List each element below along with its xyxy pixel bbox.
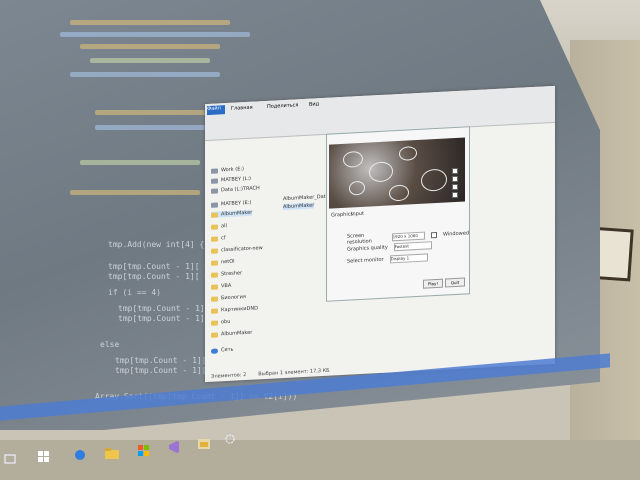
monitor-select[interactable]: Display 1 [389, 253, 428, 264]
diagram-node [349, 180, 365, 196]
nav-item[interactable]: AlbumMaker [211, 330, 252, 338]
nav-item[interactable]: MATBEY (E:) [211, 200, 251, 208]
unity-icon[interactable] [222, 432, 238, 446]
drive-icon [211, 187, 218, 194]
code-line [90, 58, 210, 63]
dialog-banner-image [329, 137, 465, 209]
code-line [80, 160, 200, 165]
item-count: Элементов: 2 [211, 372, 247, 380]
nav-item[interactable]: all [211, 223, 227, 230]
classroom-scene: tmp.Add(new int[4] { 0, 0, tmp[tmp.Count… [0, 0, 640, 480]
nav-item[interactable]: Биология [211, 294, 246, 302]
properties-panel [452, 168, 512, 223]
folder-icon [211, 235, 218, 242]
code-line [70, 72, 220, 77]
code-line [95, 125, 205, 130]
code-text: else [100, 340, 120, 349]
checkbox[interactable] [452, 168, 458, 174]
play-button[interactable]: Play! [423, 278, 443, 289]
diagram-node [421, 168, 447, 192]
lower-wall [0, 440, 640, 480]
code-line [80, 44, 220, 49]
edge-icon[interactable] [72, 448, 88, 462]
code-text: if (i == 4) [108, 288, 161, 297]
windowed-checkbox[interactable] [431, 231, 438, 239]
folder-icon [211, 247, 218, 254]
diagram-node [369, 161, 393, 183]
file-item[interactable]: AlbumMaker_Data [283, 194, 329, 202]
diagram-node [389, 184, 409, 202]
selection-info: Выбран 1 элемент: 17,3 КБ [258, 367, 330, 378]
nav-item[interactable]: КартинкиDND [211, 305, 258, 314]
checkbox[interactable] [452, 184, 458, 190]
nav-item[interactable]: Stresher [211, 270, 242, 278]
quit-button[interactable]: Quit [445, 277, 465, 288]
nav-item[interactable]: Work (E:) [211, 166, 244, 174]
quality-select[interactable]: Fastest [393, 241, 432, 252]
app-icon[interactable] [196, 437, 212, 451]
diagram-node [343, 150, 363, 168]
drive-icon [211, 201, 218, 208]
folder-icon [211, 271, 218, 278]
code-line [70, 20, 230, 25]
folder-icon [211, 331, 218, 338]
monitor-row: Select monitor Display 1 [347, 253, 428, 265]
drive-icon [211, 167, 218, 174]
folder-icon [211, 283, 218, 290]
tab-graphics[interactable]: Graphics [331, 211, 353, 218]
checkbox[interactable] [452, 192, 458, 198]
drive-icon [211, 177, 218, 184]
ribbon-tab-file[interactable]: Файл [207, 105, 225, 116]
diagram-node [399, 146, 417, 161]
panel-row [452, 176, 458, 182]
nav-item[interactable]: classificator-new [211, 245, 263, 254]
file-item-selected[interactable]: AlbumMaker [283, 202, 315, 211]
nav-item[interactable]: cf [211, 235, 226, 242]
nav-item[interactable]: netOl [211, 259, 235, 266]
ribbon-tab-home[interactable]: Главная [231, 105, 253, 112]
folder-icon [211, 223, 218, 230]
explorer-icon[interactable] [104, 446, 120, 460]
resolution-select[interactable]: 1920 x 1080 [391, 231, 426, 242]
code-line [60, 32, 250, 37]
tab-input[interactable]: Input [351, 211, 364, 218]
nav-item[interactable]: VBA [211, 283, 231, 290]
code-text: tmp[tmp.Count - 1][ [115, 356, 207, 365]
windows-start-icon[interactable] [36, 450, 52, 464]
folder-icon [211, 307, 218, 314]
folder-icon [211, 319, 218, 326]
network-icon [211, 347, 218, 354]
ribbon-tab-share[interactable]: Поделиться [267, 102, 298, 110]
nav-item-network[interactable]: Сеть [211, 347, 233, 354]
code-line [70, 190, 200, 195]
visual-studio-icon[interactable] [166, 440, 182, 454]
ribbon-tab-view[interactable]: Вид [309, 101, 319, 108]
code-text: tmp[tmp.Count - 1][ [118, 304, 210, 313]
nav-item[interactable]: MATBEY (L:) [211, 176, 251, 184]
folder-icon [211, 259, 218, 266]
code-text: tmp[tmp.Count - 1][ [118, 314, 210, 323]
nav-item-selected[interactable]: AlbumMaker [211, 209, 253, 218]
panel-row [452, 168, 458, 174]
taskview-icon[interactable] [2, 452, 18, 466]
panel-row [452, 184, 458, 190]
panel-row [452, 192, 458, 198]
config-dialog: Graphics Input Screen resolution 1920 x … [326, 126, 470, 302]
navigation-pane: Work (E:) MATBEY (L:) Data (L:)TRACH MAT… [205, 165, 267, 368]
folder-icon [211, 211, 218, 218]
checkbox[interactable] [452, 176, 458, 182]
code-text: tmp[tmp.Count - 1][ [115, 366, 207, 375]
folder-icon [211, 295, 218, 302]
nav-item[interactable]: obu [211, 319, 230, 326]
store-icon[interactable] [136, 444, 152, 458]
nav-item[interactable]: Data (L:)TRACH [211, 185, 260, 194]
